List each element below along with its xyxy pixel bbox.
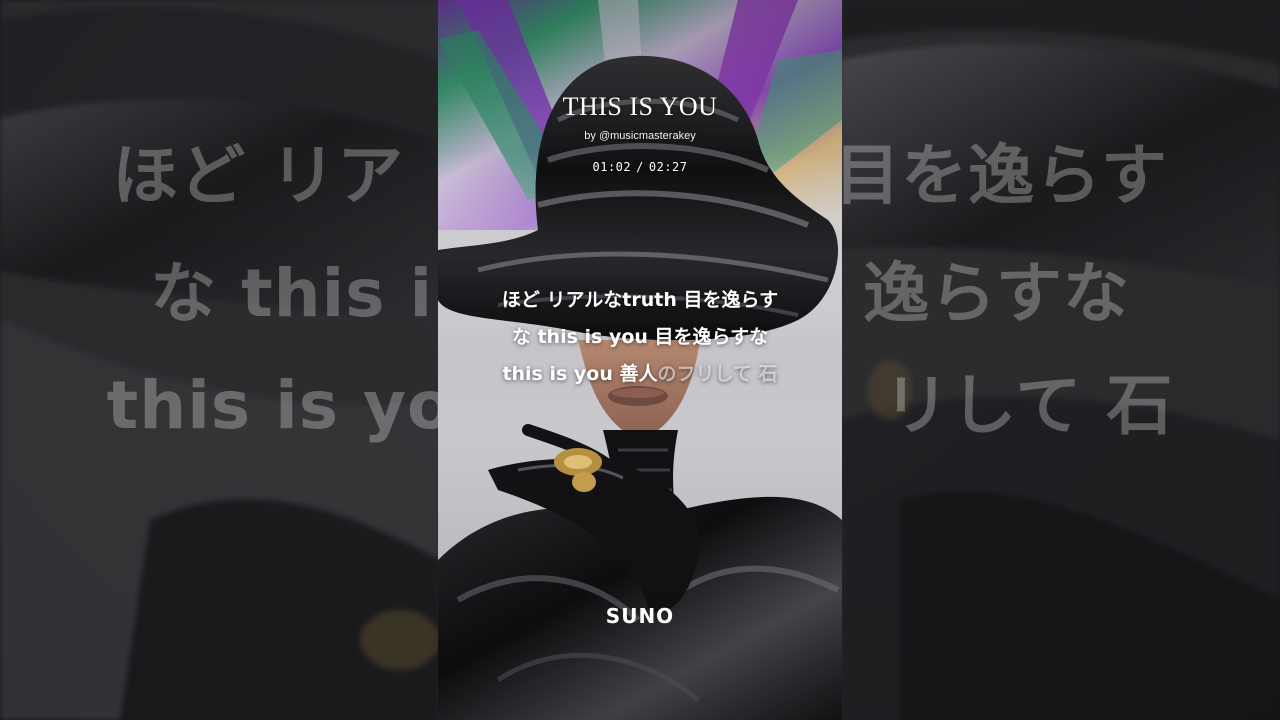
lyric-line-3: this is you 善人のフリして 石 xyxy=(438,356,842,393)
lyrics-block: ほど リアルなtruth 目を逸らす な this is you 目を逸らすな … xyxy=(438,282,842,393)
time-separator: / xyxy=(636,160,644,174)
total-duration: 02:27 xyxy=(648,160,688,174)
playback-time: 01:02 / 02:27 xyxy=(438,160,842,174)
lyric-line-1: ほど リアルなtruth 目を逸らす xyxy=(501,289,779,311)
song-artist: by @musicmasterakey xyxy=(584,130,696,142)
suno-logo: SUNO xyxy=(605,604,675,628)
lyric-line-3-sung: this is you 善人 xyxy=(502,363,658,385)
song-title: THIS IS YOU xyxy=(562,92,718,121)
lyric-line-3-upcoming: のフリして 石 xyxy=(657,363,778,385)
lyric-line-2: な this is you 目を逸らすな xyxy=(511,326,769,348)
current-time: 01:02 xyxy=(592,160,632,174)
video-frame: ほど リア 目を逸らす な this i 逸らすな this is yo リして 石 xyxy=(0,0,1280,720)
video-panel[interactable]: THIS IS YOU by @musicmasterakey 01:02 / 02… xyxy=(438,0,842,720)
